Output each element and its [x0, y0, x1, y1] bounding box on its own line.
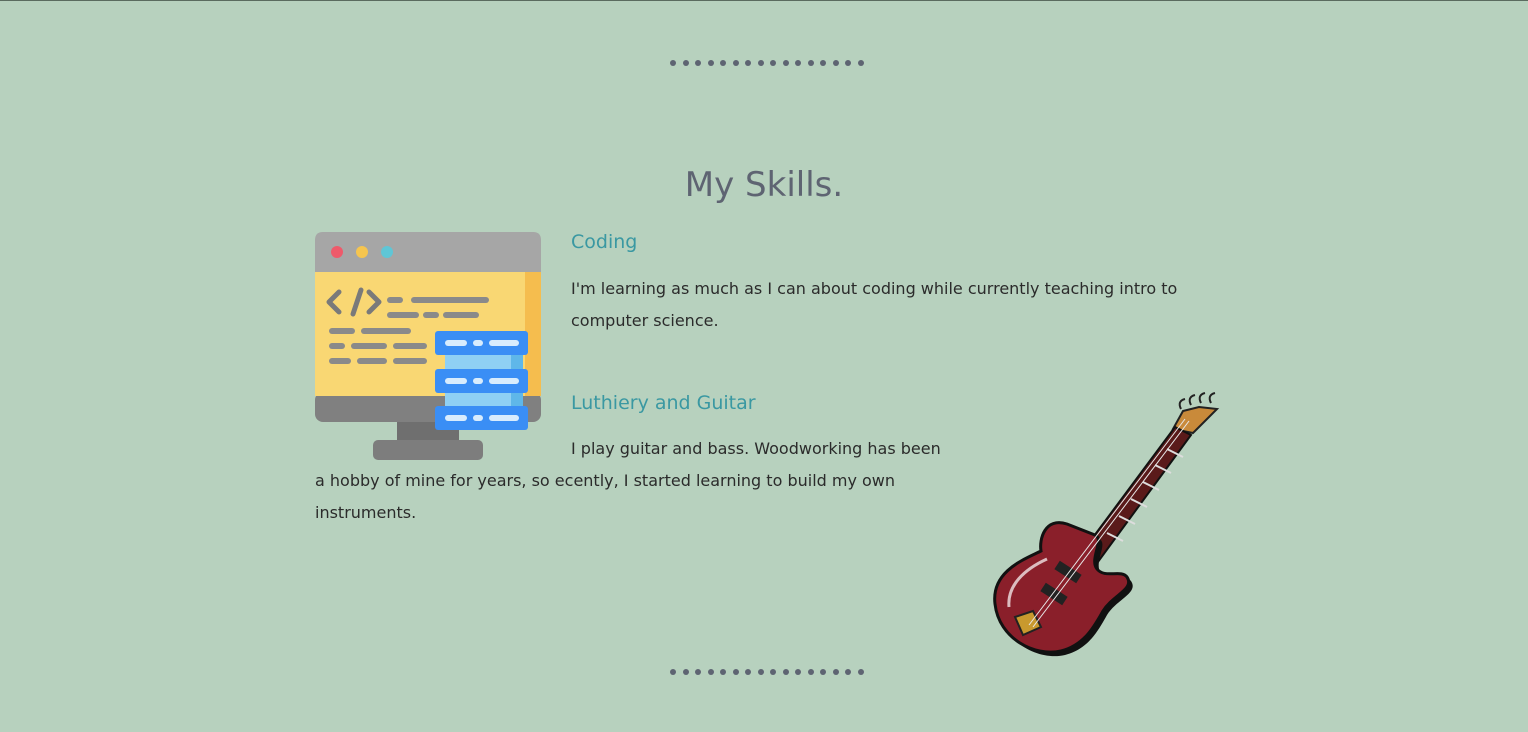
top-dot-divider: [670, 59, 864, 67]
skill-heading-luthiery: Luthiery and Guitar: [571, 392, 756, 414]
computer-code-icon: [315, 232, 541, 460]
skill-heading-coding: Coding: [571, 231, 638, 253]
bass-guitar-icon: [993, 392, 1220, 657]
skill-description-coding: I'm learning as much as I can about codi…: [571, 279, 1178, 330]
skill-description-luthiery-line1: I play guitar and bass. Woodworking has …: [571, 439, 941, 458]
skill-description-luthiery-line2: a hobby of mine for years, so ecently, I…: [315, 471, 896, 522]
bottom-dot-divider: [670, 668, 864, 676]
skills-section: My Skills. Coding I'm learning as much a…: [0, 0, 1528, 732]
section-title: My Skills.: [684, 165, 844, 205]
